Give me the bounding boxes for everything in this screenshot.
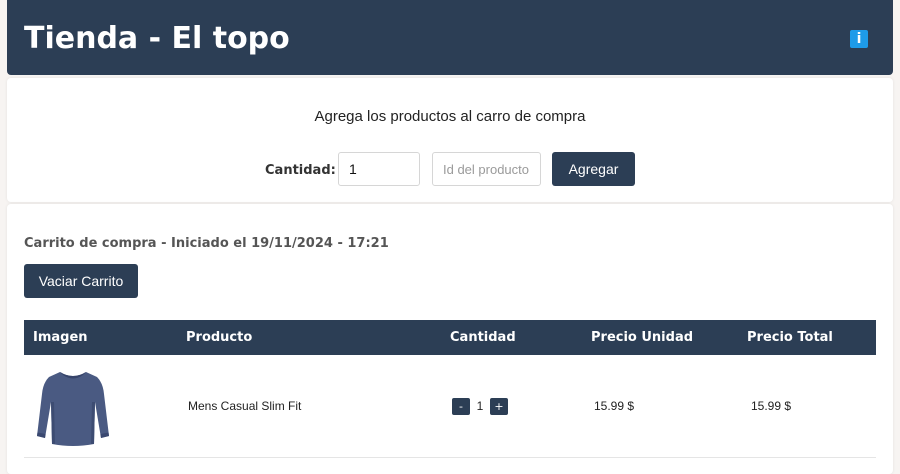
add-instruction-text: Agrega los productos al carro de compra — [314, 108, 586, 125]
column-header-image: Imagen — [24, 320, 177, 355]
column-header-product: Producto — [177, 320, 441, 355]
quantity-label: Cantidad: — [265, 163, 336, 178]
quantity-input[interactable] — [338, 152, 420, 186]
cart-table: Imagen Producto Cantidad Precio Unidad P… — [24, 320, 876, 458]
quantity-value: 1 — [476, 399, 484, 413]
product-id-input[interactable] — [432, 152, 541, 186]
total-price: 15.99 $ — [739, 355, 876, 458]
unit-price: 15.99 $ — [582, 355, 739, 458]
quantity-stepper: - 1 + — [452, 397, 582, 415]
app-header: Tienda - El topo i — [7, 0, 893, 75]
add-product-panel: Agrega los productos al carro de compra … — [7, 78, 893, 202]
quantity-cell: - 1 + — [441, 355, 582, 458]
column-header-unit-price: Precio Unidad — [582, 320, 739, 355]
product-image-cell — [24, 355, 177, 458]
product-name: Mens Casual Slim Fit — [177, 355, 441, 458]
table-row: Mens Casual Slim Fit - 1 + 15.99 $ 15.99… — [24, 355, 876, 458]
decrement-button[interactable]: - — [452, 397, 470, 415]
add-button[interactable]: Agregar — [552, 152, 635, 186]
empty-cart-button[interactable]: Vaciar Carrito — [24, 264, 138, 298]
cart-title: Carrito de compra - Iniciado el 19/11/20… — [24, 236, 389, 251]
long-sleeve-shirt-image — [37, 372, 109, 446]
column-header-quantity: Cantidad — [441, 320, 582, 355]
table-header-row: Imagen Producto Cantidad Precio Unidad P… — [24, 320, 876, 355]
increment-button[interactable]: + — [490, 397, 508, 415]
cart-panel: Carrito de compra - Iniciado el 19/11/20… — [7, 204, 893, 474]
column-header-total-price: Precio Total — [739, 320, 876, 355]
info-icon[interactable]: i — [850, 30, 868, 48]
store-title: Tienda - El topo — [24, 21, 290, 56]
